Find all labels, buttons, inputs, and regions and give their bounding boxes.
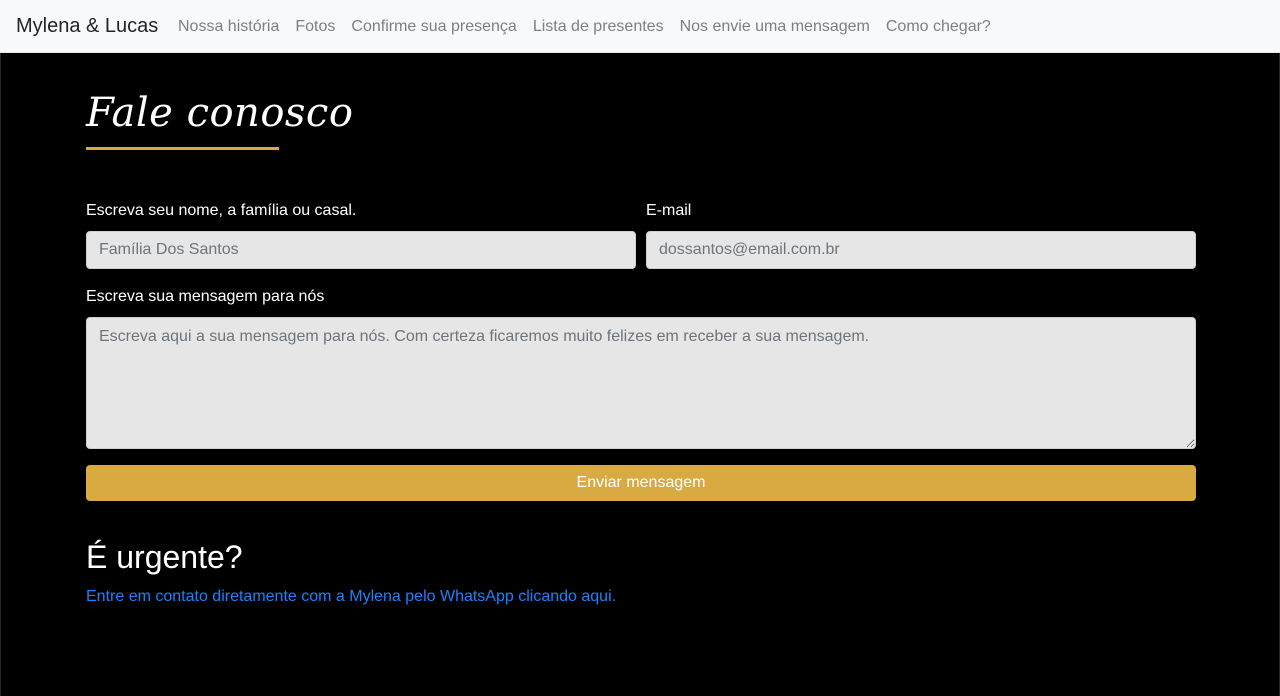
email-label: E-mail (646, 202, 692, 219)
message-textarea[interactable] (86, 317, 1196, 449)
nav-item-presenca: Confirme sua presença (343, 17, 524, 37)
nav-item-presentes: Lista de presentes (525, 17, 672, 37)
nav-item-mensagem: Nos envie uma mensagem (672, 17, 878, 37)
submit-button[interactable]: Enviar mensagem (86, 465, 1196, 501)
title-underline (86, 147, 279, 150)
section-title: Fale conosco (86, 90, 354, 136)
nav-link-presenca[interactable]: Confirme sua presença (343, 17, 524, 37)
email-input[interactable] (646, 231, 1196, 269)
name-label: Escreva seu nome, a família ou casal. (86, 202, 357, 219)
nav-item-historia: Nossa história (170, 17, 287, 37)
whatsapp-link[interactable]: Entre em contato diretamente com a Mylen… (86, 587, 616, 607)
nav-item-como-chegar: Como chegar? (878, 17, 999, 37)
nav-link-historia[interactable]: Nossa história (170, 17, 287, 37)
nav-link-mensagem[interactable]: Nos envie uma mensagem (672, 17, 878, 37)
nav-link-presentes[interactable]: Lista de presentes (525, 17, 672, 37)
contact-section: Fale conosco Escreva seu nome, a família… (0, 53, 1280, 696)
nav-link-fotos[interactable]: Fotos (287, 17, 343, 37)
name-input[interactable] (86, 231, 636, 269)
nav-link-como-chegar[interactable]: Como chegar? (878, 17, 999, 37)
message-label: Escreva sua mensagem para nós (86, 288, 325, 305)
top-navbar: Mylena & Lucas Nossa história Fotos Conf… (0, 0, 1280, 53)
urgent-title: É urgente? (86, 539, 243, 575)
nav-links: Nossa história Fotos Confirme sua presen… (170, 0, 999, 53)
nav-item-fotos: Fotos (287, 17, 343, 37)
navbar-brand[interactable]: Mylena & Lucas (16, 14, 158, 38)
